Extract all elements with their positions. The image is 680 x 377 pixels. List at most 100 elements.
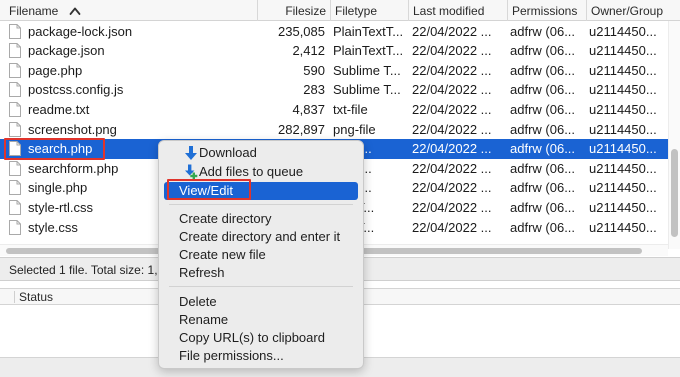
file-icon <box>9 101 21 117</box>
column-header-filename[interactable]: Filename <box>0 0 258 21</box>
menu-item-copy-url[interactable]: Copy URL(s) to clipboard <box>164 329 358 347</box>
menu-item-download[interactable]: Download <box>164 144 358 162</box>
menu-item-file-permissions[interactable]: File permissions... <box>164 347 358 365</box>
menu-item-delete[interactable]: Delete <box>164 293 358 311</box>
file-size: 2,412 <box>292 43 325 59</box>
column-header-filetype-label: Filetype <box>335 4 378 18</box>
file-owner: u2114450... <box>589 219 657 235</box>
file-name: postcss.config.js <box>28 82 124 98</box>
file-modified: 22/04/2022 ... <box>412 141 492 157</box>
file-modified: 22/04/2022 ... <box>412 23 492 39</box>
file-row[interactable]: postcss.config.js 283 Sublime T... 22/04/20… <box>0 80 668 100</box>
file-name: package-lock.json <box>28 23 133 39</box>
file-owner: u2114450... <box>589 199 657 215</box>
column-header-last-modified[interactable]: Last modified <box>409 0 508 21</box>
file-icon <box>9 160 21 176</box>
column-header-filetype[interactable]: Filetype <box>331 0 409 21</box>
file-row[interactable]: package-lock.json 235,085 PlainTextT... 22/… <box>0 22 668 42</box>
menu-item-file-permissions-label: File permissions... <box>179 348 284 363</box>
selected-file-highlight-box <box>4 138 105 160</box>
file-modified: 22/04/2022 ... <box>412 160 492 176</box>
menu-item-refresh[interactable]: Refresh <box>164 264 358 282</box>
menu-item-rename[interactable]: Rename <box>164 311 358 329</box>
file-size: 235,085 <box>278 23 325 39</box>
queue-header-divider <box>14 291 15 303</box>
column-header-filename-label: Filename <box>9 4 59 18</box>
file-owner: u2114450... <box>589 180 657 196</box>
view-edit-highlight-box <box>167 179 251 200</box>
file-permissions: adfrw (06... <box>510 23 576 39</box>
file-modified: 22/04/2022 ... <box>412 199 492 215</box>
file-icon <box>9 180 21 196</box>
file-list-header: Filename Filesize Filetype Last modified… <box>0 0 680 21</box>
file-modified: 22/04/2022 ... <box>412 82 492 98</box>
sort-ascending-icon <box>69 7 81 15</box>
menu-item-delete-label: Delete <box>179 294 217 309</box>
file-owner: u2114450... <box>589 160 657 176</box>
vertical-scrollbar[interactable] <box>668 21 680 249</box>
file-owner: u2114450... <box>589 43 657 59</box>
column-header-permissions-label: Permissions <box>512 4 578 18</box>
file-type: png-file <box>333 121 376 137</box>
file-owner: u2114450... <box>589 62 657 78</box>
menu-item-add-to-queue-label: Add files to queue <box>199 164 304 179</box>
file-icon <box>9 82 21 98</box>
file-type: txt-file <box>333 101 368 117</box>
menu-item-rename-label: Rename <box>179 312 229 327</box>
file-size: 282,897 <box>278 121 325 137</box>
selection-status-text: Selected 1 file. Total size: 1,6 <box>9 263 165 277</box>
file-modified: 22/04/2022 ... <box>412 219 492 235</box>
file-permissions: adfrw (06... <box>510 101 576 117</box>
add-to-queue-icon <box>185 164 198 180</box>
file-permissions: adfrw (06... <box>510 121 576 137</box>
menu-separator <box>169 286 353 287</box>
menu-item-create-directory-label: Create directory <box>179 211 272 226</box>
file-type: PlainTextT... <box>333 23 404 39</box>
file-icon <box>9 219 21 235</box>
file-permissions: adfrw (06... <box>510 82 576 98</box>
download-arrow-icon <box>185 146 197 160</box>
context-menu: Download Add files to queue View/Edit Cr… <box>158 140 364 369</box>
file-modified: 22/04/2022 ... <box>412 43 492 59</box>
file-owner: u2114450... <box>589 141 657 157</box>
file-type: Sublime T... <box>333 62 401 78</box>
file-name: screenshot.png <box>28 121 117 137</box>
file-permissions: adfrw (06... <box>510 199 576 215</box>
file-name: page.php <box>28 62 83 78</box>
file-permissions: adfrw (06... <box>510 62 576 78</box>
column-header-permissions[interactable]: Permissions <box>508 0 587 21</box>
file-modified: 22/04/2022 ... <box>412 180 492 196</box>
file-row[interactable]: package.json 2,412 PlainTextT... 22/04/2022… <box>0 41 668 61</box>
file-owner: u2114450... <box>589 23 657 39</box>
file-permissions: adfrw (06... <box>510 219 576 235</box>
menu-item-create-new-file[interactable]: Create new file <box>164 246 358 264</box>
file-modified: 22/04/2022 ... <box>412 101 492 117</box>
file-permissions: adfrw (06... <box>510 43 576 59</box>
file-row[interactable]: readme.txt 4,837 txt-file 22/04/2022 ... adf… <box>0 100 668 120</box>
menu-item-create-directory-enter[interactable]: Create directory and enter it <box>164 228 358 246</box>
file-name: package.json <box>28 43 105 59</box>
menu-item-create-directory[interactable]: Create directory <box>164 210 358 228</box>
file-type: Sublime T... <box>333 82 401 98</box>
file-row[interactable]: screenshot.png 282,897 png-file 22/04/2022 … <box>0 120 668 140</box>
queue-column-status[interactable]: Status <box>19 289 53 305</box>
file-owner: u2114450... <box>589 101 657 117</box>
column-header-owner-group[interactable]: Owner/Group <box>587 0 680 21</box>
file-size: 590 <box>303 62 325 78</box>
menu-item-create-directory-enter-label: Create directory and enter it <box>179 229 341 244</box>
menu-item-refresh-label: Refresh <box>179 265 225 280</box>
file-permissions: adfrw (06... <box>510 180 576 196</box>
column-header-owner-group-label: Owner/Group <box>591 4 664 18</box>
file-modified: 22/04/2022 ... <box>412 121 492 137</box>
file-permissions: adfrw (06... <box>510 160 576 176</box>
file-type: PlainTextT... <box>333 43 404 59</box>
file-icon <box>9 121 21 137</box>
file-modified: 22/04/2022 ... <box>412 62 492 78</box>
column-header-filesize[interactable]: Filesize <box>258 0 331 21</box>
file-icon <box>9 199 21 215</box>
column-header-filesize-label: Filesize <box>285 4 326 18</box>
vertical-scrollbar-thumb[interactable] <box>671 149 678 237</box>
file-row[interactable]: page.php 590 Sublime T... 22/04/2022 ... adf… <box>0 61 668 81</box>
file-icon <box>9 62 21 78</box>
menu-item-download-label: Download <box>199 145 257 160</box>
